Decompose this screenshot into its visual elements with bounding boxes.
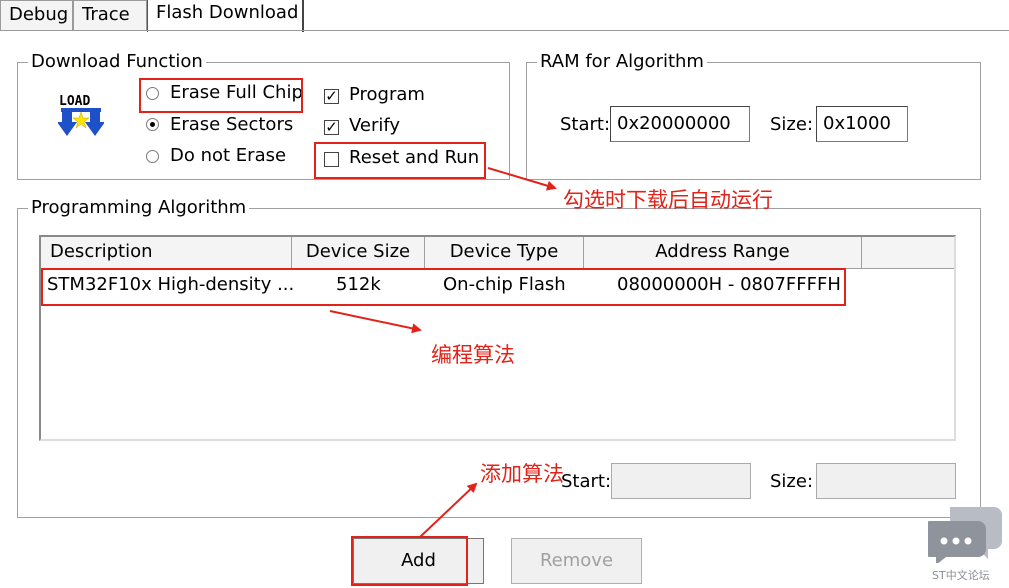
watermark-logo: ST中文论坛 [922,505,1002,585]
annotation-arrows [329,167,557,538]
watermark-text: ST中文论坛 [932,569,990,582]
arrow-algo-note [329,310,422,334]
annotation-algo-note: 编程算法 [431,343,515,367]
annotation-add-note: 添加算法 [480,462,564,486]
arrow-reset-note [487,167,557,191]
annotation-reset-note: 勾选时下载后自动运行 [563,188,773,212]
arrow-add-note [419,482,478,538]
chat-bubble-icon [922,507,1002,565]
